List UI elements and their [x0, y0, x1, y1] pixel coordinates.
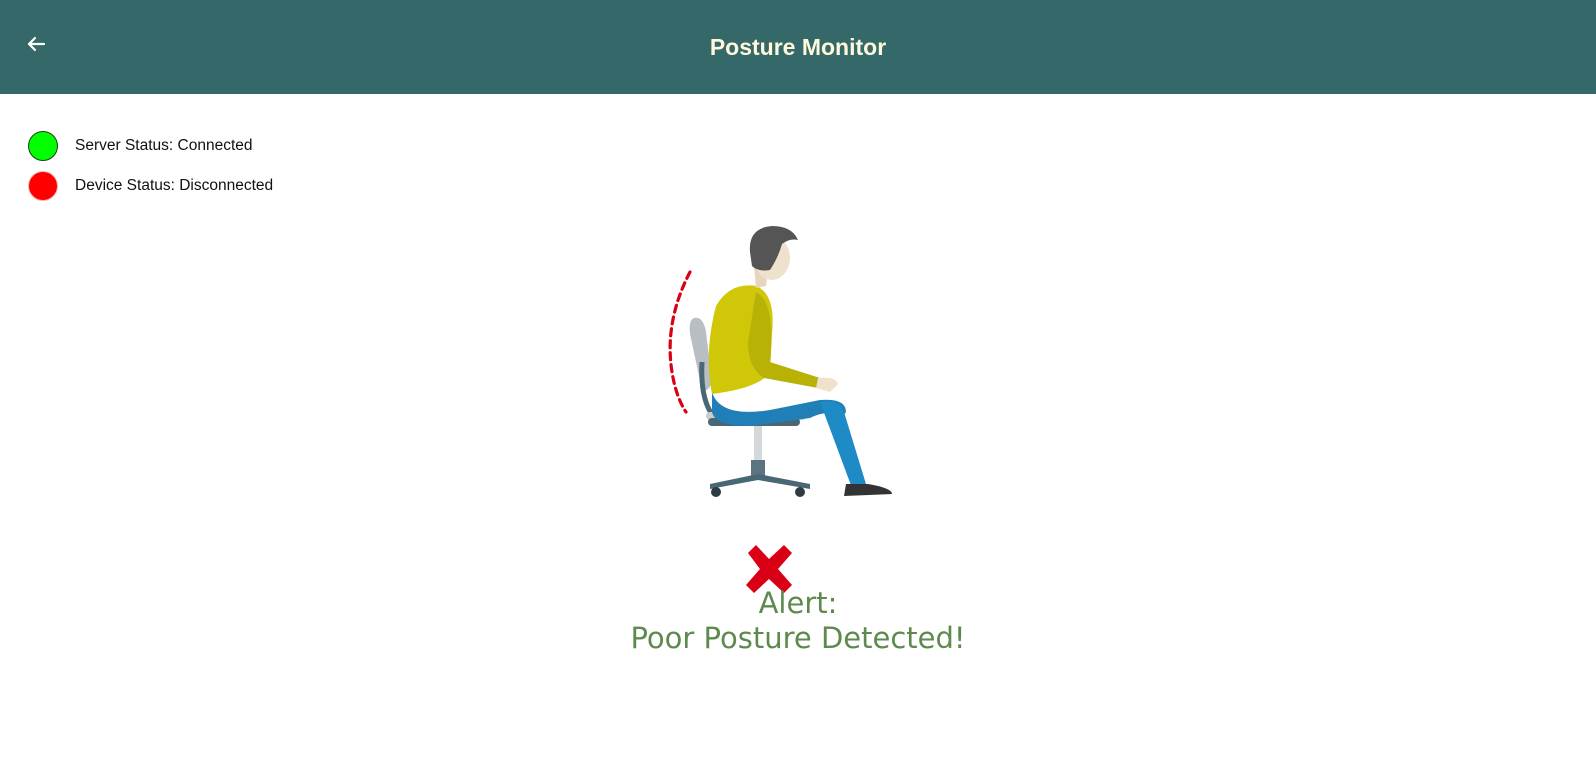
device-status-label: Device Status: Disconnected — [75, 177, 274, 194]
slouching-person-icon — [668, 226, 892, 497]
server-status-row: Server Status: Connected — [28, 130, 253, 162]
server-status-label: Server Status: Connected — [75, 137, 253, 154]
app-header: Posture Monitor — [0, 0, 1596, 94]
shoe — [844, 484, 892, 496]
device-status-row: Device Status: Disconnected — [28, 170, 273, 202]
alert-message: Poor Posture Detected! — [630, 621, 966, 655]
alert-heading: Alert: — [758, 586, 838, 620]
page-title: Posture Monitor — [709, 34, 887, 60]
device-status-indicator — [28, 171, 58, 201]
spine-curve-indicator — [668, 270, 692, 414]
arm — [748, 292, 820, 388]
server-status-indicator — [28, 131, 58, 161]
